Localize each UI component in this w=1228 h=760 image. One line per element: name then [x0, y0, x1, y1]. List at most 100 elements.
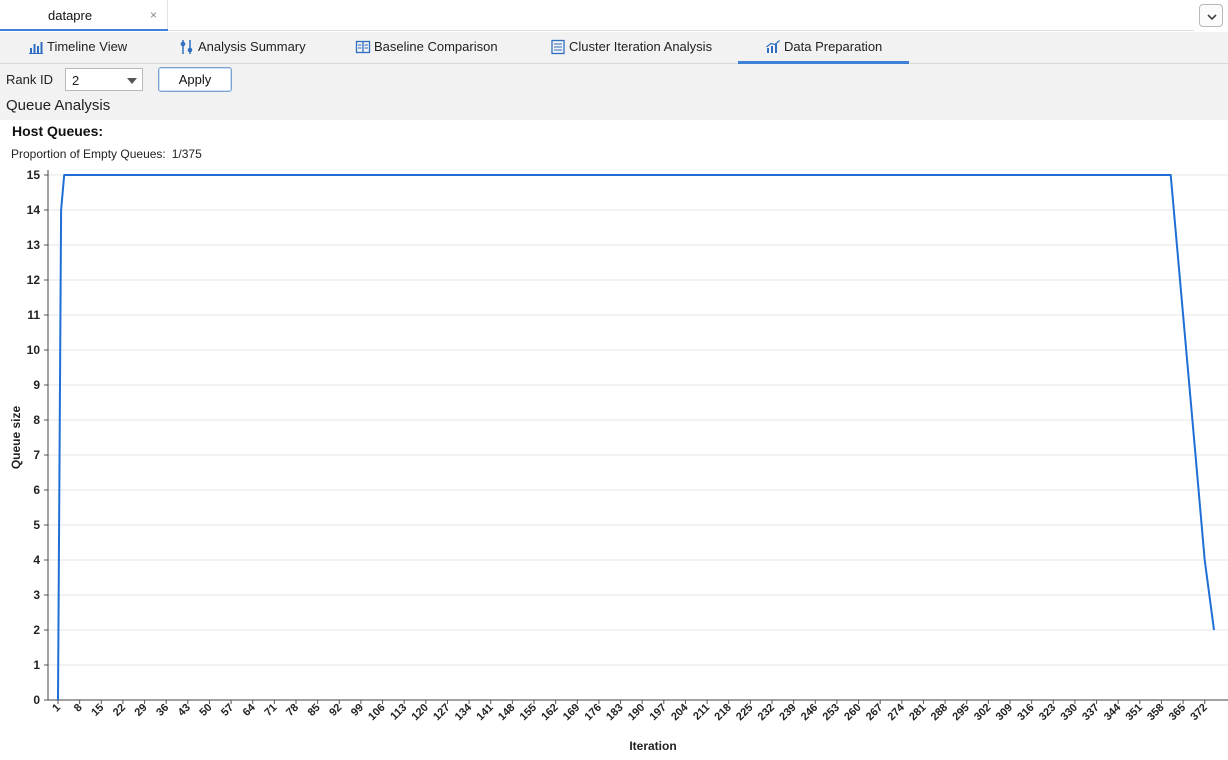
x-tick-label: 22: [111, 702, 128, 719]
y-tick-label: 13: [27, 238, 41, 252]
y-tick-label: 12: [27, 273, 41, 287]
x-tick-label: 148: [496, 702, 517, 723]
table-icon: [551, 39, 565, 55]
x-tick-label: 134: [453, 701, 475, 723]
host-queues-title: Host Queues:: [12, 123, 104, 139]
editor-tab-datapre[interactable]: datapre ×: [0, 0, 168, 31]
x-tick-label: 29: [133, 702, 150, 719]
x-tick-label: 274: [885, 701, 907, 723]
tab-timeline-view[interactable]: Timeline View: [28, 32, 138, 63]
tab-data-preparation[interactable]: Data Preparation: [738, 32, 909, 64]
x-tick-label: 358: [1145, 702, 1166, 723]
tab-label: Baseline Comparison: [374, 39, 498, 54]
x-tick-label: 344: [1102, 701, 1124, 723]
x-tick-label: 288: [929, 702, 950, 723]
tab-list-dropdown-button[interactable]: [1199, 4, 1223, 27]
x-tick-label: 113: [388, 702, 409, 723]
proportion-label: Proportion of Empty Queues:: [11, 147, 166, 161]
x-tick-label: 190: [626, 702, 647, 723]
y-tick-label: 4: [33, 553, 40, 567]
empty-queue-proportion: Proportion of Empty Queues: 1/375: [11, 147, 202, 161]
x-tick-label: 302: [972, 702, 993, 723]
x-tick-label: 92: [327, 702, 344, 719]
x-tick-label: 267: [864, 702, 885, 723]
x-tick-label: 225: [734, 702, 755, 723]
proportion-value: 1/375: [171, 147, 202, 161]
tab-label: Cluster Iteration Analysis: [569, 39, 713, 54]
view-tab-bar: Timeline View Analysis Summary Baseline …: [0, 32, 1228, 64]
x-tick-label: 85: [306, 702, 323, 719]
y-tick-label: 0: [33, 693, 40, 707]
y-tick-label: 3: [33, 588, 40, 602]
y-tick-label: 6: [33, 483, 40, 497]
x-tick-label: 218: [712, 702, 733, 723]
sliders-icon: [180, 40, 193, 54]
x-tick-label: 141: [474, 702, 495, 723]
rank-id-label: Rank ID: [6, 72, 53, 87]
y-tick-label: 10: [27, 343, 41, 357]
y-tick-label: 14: [27, 203, 41, 217]
editor-tab-bar: datapre ×: [0, 0, 1228, 32]
x-tick-label: 183: [604, 702, 625, 723]
queue-size-chart: 01234567891011121314151 8 15 22 29 36 43 50 57 64…: [9, 168, 1228, 753]
x-tick-label: 155: [518, 702, 539, 723]
x-tick-label: 253: [821, 702, 842, 723]
x-tick-label: 204: [669, 701, 691, 723]
x-tick-label: 295: [950, 702, 971, 723]
x-tick-label: 309: [994, 702, 1015, 723]
x-tick-label: 330: [1059, 702, 1080, 723]
rank-id-select[interactable]: 2: [65, 68, 143, 91]
x-tick-label: 232: [756, 702, 777, 723]
x-tick-label: 106: [366, 702, 387, 723]
tab-label: Analysis Summary: [198, 39, 306, 54]
y-tick-label: 5: [33, 518, 40, 532]
x-tick-label: 337: [1080, 702, 1101, 723]
trend-chart-icon: [766, 40, 780, 53]
y-tick-label: 11: [27, 308, 40, 322]
x-tick-label: 162: [539, 702, 560, 723]
tab-analysis-summary[interactable]: Analysis Summary: [179, 32, 309, 63]
y-tick-label: 15: [27, 168, 41, 182]
tab-cluster-iteration-analysis[interactable]: Cluster Iteration Analysis: [550, 32, 720, 63]
y-tick-label: 1: [33, 658, 40, 672]
app-root: datapre × Timeline View Analysis Summary: [0, 0, 1228, 760]
x-tick-label: 316: [1015, 702, 1036, 723]
y-tick-label: 2: [33, 623, 40, 637]
tab-baseline-comparison[interactable]: Baseline Comparison: [355, 32, 505, 63]
rank-id-value: 2: [72, 73, 80, 88]
x-tick-label: 120: [409, 702, 430, 723]
x-tick-label: 211: [691, 702, 712, 723]
chevron-down-icon: [1207, 14, 1217, 21]
y-tick-label: 8: [33, 413, 40, 427]
series-line-0: [57, 174, 1215, 701]
chart-panel: 0 1 2 3 4 5 6 7 8 9 10 11 12 13 14 15 1 8 15 22 29 36 43 50 57 64…: [0, 120, 1228, 760]
section-title: Queue Analysis: [6, 97, 111, 114]
x-tick-label: 281: [907, 702, 928, 723]
bar-chart-icon: [29, 42, 43, 54]
x-tick-label: 99: [349, 702, 366, 719]
apply-button[interactable]: Apply: [158, 67, 232, 92]
y-tick-label: 9: [33, 378, 40, 392]
close-icon[interactable]: ×: [150, 8, 157, 22]
x-tick-label: 169: [561, 702, 582, 723]
tab-label: Timeline View: [47, 39, 128, 54]
editor-tab-title: datapre: [48, 8, 93, 23]
x-tick-label: 36: [154, 702, 171, 719]
compare-icon: [355, 40, 371, 54]
x-tick-label: 71: [262, 702, 279, 719]
x-tick-label: 239: [777, 702, 798, 723]
dropdown-arrow-icon: [127, 78, 137, 84]
x-tick-label: 372: [1188, 702, 1209, 723]
x-tick-label: 8: [72, 702, 85, 715]
x-tick-label: 50: [197, 702, 214, 719]
x-tick-label: 176: [583, 702, 604, 723]
x-tick-label: 43: [176, 702, 193, 719]
active-tab-indicator: [0, 29, 168, 31]
x-tick-label: 260: [842, 702, 863, 723]
x-tick-label: 78: [284, 702, 301, 719]
y-tick-label: 7: [33, 448, 40, 462]
toolbar: Rank ID 2 Apply Queue Analysis: [0, 64, 1228, 120]
y-axis-title: Queue size: [9, 405, 23, 469]
x-axis-title: Iteration: [629, 739, 676, 753]
x-tick-label: 15: [89, 702, 106, 719]
